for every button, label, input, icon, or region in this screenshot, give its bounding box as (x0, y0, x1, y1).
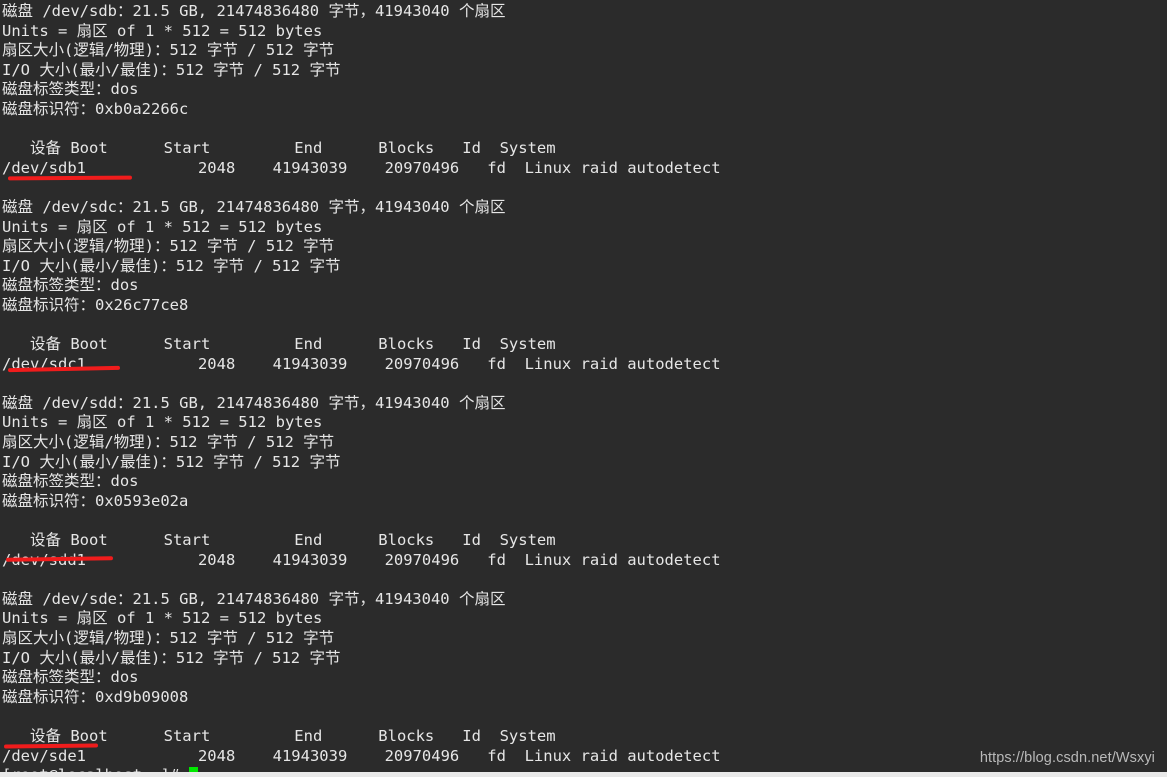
partition-row: /dev/sdc1 2048 41943039 20970496 fd Linu… (2, 354, 721, 373)
disk-sector-size: 扇区大小(逻辑/物理)：512 字节 / 512 字节 (2, 629, 335, 647)
disk-title: 磁盘 /dev/sdd：21.5 GB, 21474836480 字节，4194… (2, 393, 506, 412)
partition-table-header: 设备 Boot Start End Blocks Id System (2, 335, 556, 354)
disk-sector-size: 扇区大小(逻辑/物理)：512 字节 / 512 字节 (2, 237, 335, 256)
disk-identifier: 磁盘标识符：0x26c77ce8 (2, 295, 189, 314)
disk-identifier: 磁盘标识符：0xb0a2266c (2, 99, 189, 118)
bottom-strip (0, 772, 1167, 777)
terminal-screen[interactable]: 磁盘 /dev/sdb：21.5 GB, 21474836480 字节，4194… (0, 0, 1167, 777)
partition-table-header: 设备 Boot Start End Blocks Id System (2, 726, 556, 745)
disk-io-size: I/O 大小(最小/最佳)：512 字节 / 512 字节 (2, 60, 341, 79)
disk-sector-size: 扇区大小(逻辑/物理)：512 字节 / 512 字节 (2, 41, 335, 60)
disk-units: Units = 扇区 of 1 * 512 = 512 bytes (2, 609, 323, 628)
disk-io-size: I/O 大小(最小/最佳)：512 字节 / 512 字节 (2, 452, 341, 471)
disk-identifier: 磁盘标识符：0xd9b09008 (2, 687, 189, 706)
disk-label-type: 磁盘标签类型：dos (2, 80, 139, 99)
partition-table-header: 设备 Boot Start End Blocks Id System (2, 531, 556, 550)
disk-title: 磁盘 /dev/sdb：21.5 GB, 21474836480 字节，4194… (2, 2, 506, 20)
disk-io-size: I/O 大小(最小/最佳)：512 字节 / 512 字节 (2, 256, 341, 275)
disk-title: 磁盘 /dev/sdc：21.5 GB, 21474836480 字节，4194… (2, 197, 506, 216)
partition-row: /dev/sdb1 2048 41943039 20970496 fd Linu… (2, 158, 721, 177)
disk-title: 磁盘 /dev/sde：21.5 GB, 21474836480 字节，4194… (2, 589, 506, 608)
disk-label-type: 磁盘标签类型：dos (2, 668, 139, 687)
disk-label-type: 磁盘标签类型：dos (2, 276, 139, 295)
partition-row: /dev/sdd1 2048 41943039 20970496 fd Linu… (2, 550, 721, 569)
disk-units: Units = 扇区 of 1 * 512 = 512 bytes (2, 413, 323, 432)
disk-io-size: I/O 大小(最小/最佳)：512 字节 / 512 字节 (2, 648, 341, 667)
disk-label-type: 磁盘标签类型：dos (2, 472, 139, 491)
disk-sector-size: 扇区大小(逻辑/物理)：512 字节 / 512 字节 (2, 433, 335, 452)
disk-identifier: 磁盘标识符：0x0593e02a (2, 491, 189, 510)
partition-table-header: 设备 Boot Start End Blocks Id System (2, 139, 556, 158)
disk-units: Units = 扇区 of 1 * 512 = 512 bytes (2, 217, 323, 236)
watermark: https://blog.csdn.net/Wsxyi (979, 750, 1155, 766)
disk-units: Units = 扇区 of 1 * 512 = 512 bytes (2, 21, 323, 40)
terminal-window[interactable]: 磁盘 /dev/sdb：21.5 GB, 21474836480 字节，4194… (0, 0, 1167, 777)
